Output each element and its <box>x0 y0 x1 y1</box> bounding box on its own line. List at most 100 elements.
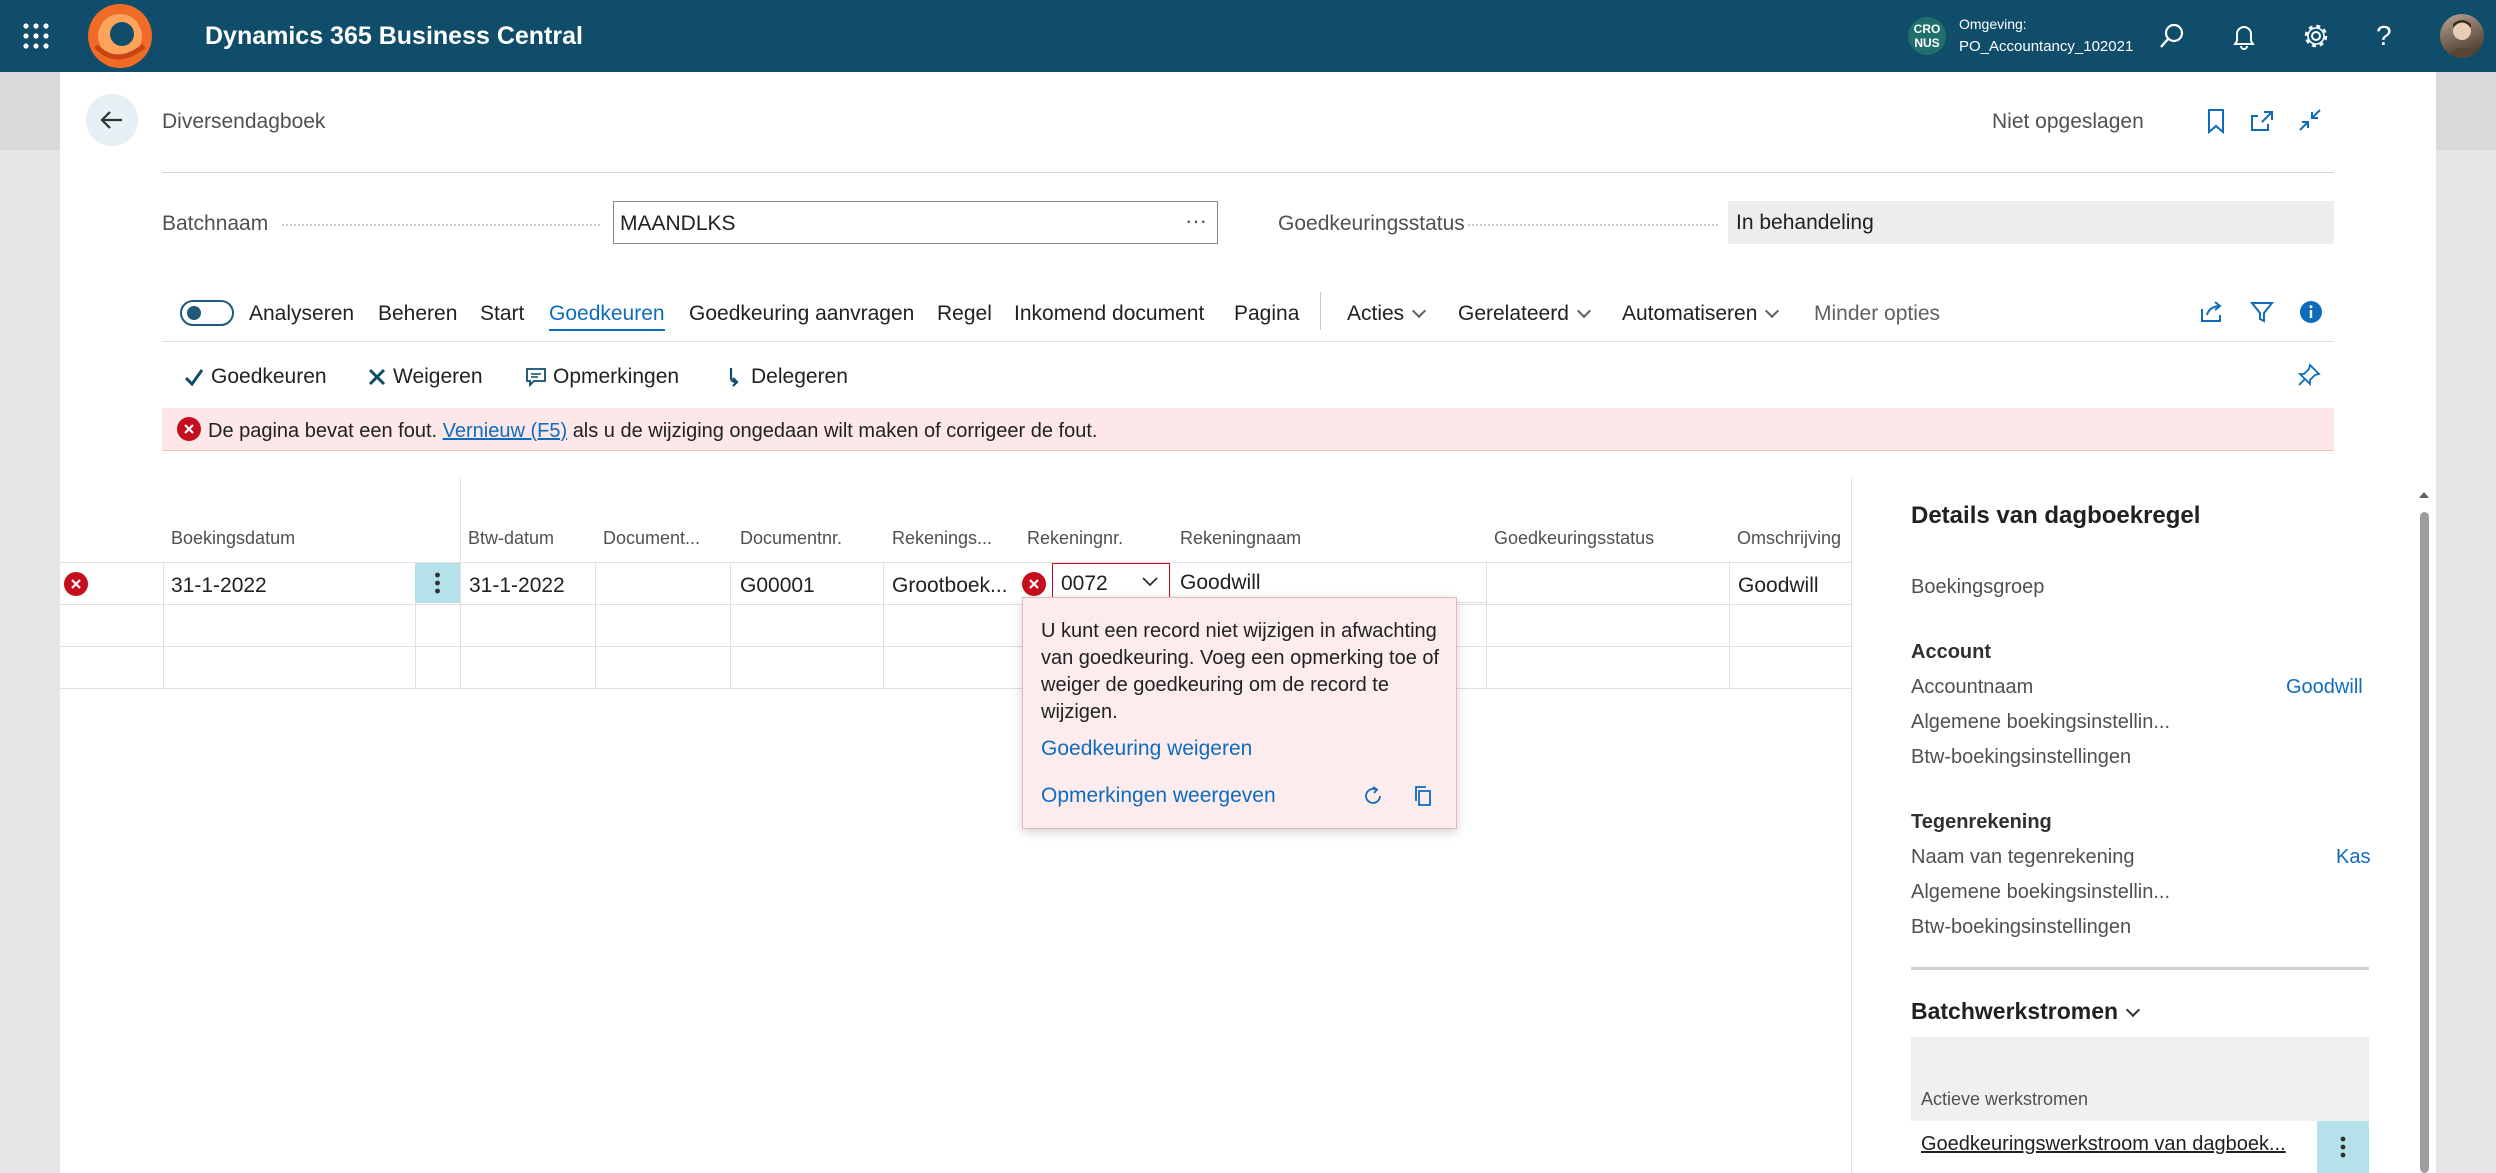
grid-divider <box>460 478 461 688</box>
info-icon[interactable] <box>2299 300 2323 324</box>
row-error-icon[interactable] <box>64 572 88 596</box>
copy-icon[interactable] <box>1411 784 1435 808</box>
column-header-goedkeuringsstatus[interactable]: Goedkeuringsstatus <box>1494 528 1654 549</box>
comments-button[interactable]: Opmerkingen <box>525 365 679 389</box>
user-avatar[interactable] <box>2440 14 2484 58</box>
search-icon[interactable] <box>2158 22 2186 50</box>
filter-icon[interactable] <box>2249 299 2275 325</box>
bookmark-icon[interactable] <box>2204 108 2228 134</box>
share-icon[interactable] <box>2199 299 2225 325</box>
settings-gear-icon[interactable] <box>2302 22 2330 50</box>
column-header-boekingsdatum[interactable]: Boekingsdatum <box>171 528 295 549</box>
field-error-icon[interactable] <box>1022 572 1046 596</box>
error-banner: De pagina bevat een fout. Vernieuw (F5) … <box>162 408 2334 451</box>
column-header-rekeningnaam[interactable]: Rekeningnaam <box>1180 528 1301 549</box>
grid-col-line <box>1729 562 1730 688</box>
grid-row-line <box>60 688 1852 689</box>
app-launcher-icon[interactable] <box>22 22 50 50</box>
workflow-row[interactable]: Goedkeuringswerkstroom van dagboek... <box>1911 1121 2369 1173</box>
column-header-omschrijving[interactable]: Omschrijving <box>1737 528 1841 549</box>
app-title: Dynamics 365 Business Central <box>205 22 583 50</box>
help-icon[interactable]: ? <box>2376 20 2392 52</box>
popup-message: U kunt een record niet wijzigen in afwac… <box>1041 620 1440 723</box>
batch-workflows-heading: Batchwerkstromen <box>1911 998 2119 1024</box>
fewer-options-button[interactable]: Minder opties <box>1814 302 1940 326</box>
menu-gerelateerd[interactable]: Gerelateerd <box>1458 302 1591 326</box>
account-section-heading: Account <box>1911 641 1991 663</box>
vat-posting-setup-label: Btw-boekingsinstellingen <box>1911 746 2132 768</box>
show-comments-link[interactable]: Opmerkingen weergeven <box>1041 784 1276 808</box>
menu-beheren[interactable]: Beheren <box>378 302 457 326</box>
cell-boekingsdatum[interactable]: 31-1-2022 <box>171 574 267 598</box>
scroll-up-arrow[interactable] <box>2418 490 2430 500</box>
menu-goedkeuren[interactable]: Goedkeuren <box>549 302 665 331</box>
checkmark-icon <box>183 367 205 387</box>
approval-status-label: Goedkeuringsstatus <box>1278 212 1465 235</box>
grid-row-line <box>60 604 1852 605</box>
gen-posting-setup-label: Algemene boekingsinstellin... <box>1911 711 2171 733</box>
grid-col-line <box>1486 562 1487 688</box>
account-number-value: 0072 <box>1061 572 1108 595</box>
balancing-account-name-label: Naam van tegenrekening <box>1911 846 2135 868</box>
reject-button[interactable]: Weigeren <box>367 365 483 389</box>
menu-goedkeuring-aanvragen[interactable]: Goedkeuring aanvragen <box>689 302 914 326</box>
menu-regel[interactable]: Regel <box>937 302 992 326</box>
delegate-button[interactable]: Delegeren <box>725 365 848 389</box>
collapse-icon[interactable] <box>2296 106 2324 134</box>
grid-col-line <box>1851 478 1852 1173</box>
delegate-arrow-icon <box>725 366 745 388</box>
reject-approval-link[interactable]: Goedkeuring weigeren <box>1041 737 1252 761</box>
menu-analyseren[interactable]: Analyseren <box>249 302 354 326</box>
save-status: Niet opgeslagen <box>1992 110 2144 133</box>
environment-value: PO_Accountancy_102021 <box>1959 38 2134 55</box>
column-header-rekeningnr[interactable]: Rekeningnr. <box>1027 528 1123 549</box>
cross-icon <box>367 367 387 387</box>
cell-documentnr[interactable]: G00001 <box>740 574 815 598</box>
cell-omschrijving[interactable]: Goodwill <box>1738 574 1819 598</box>
company-badge[interactable]: CRO NUS <box>1908 17 1946 55</box>
balancing-gen-posting-setup-label: Algemene boekingsinstellin... <box>1911 881 2171 903</box>
grid-row-line <box>60 646 1852 647</box>
scrollbar-thumb[interactable] <box>2420 512 2429 1173</box>
row-actions-button[interactable] <box>415 563 460 603</box>
page-title: Diversendagboek <box>162 110 326 133</box>
analyze-toggle[interactable] <box>180 300 234 326</box>
menu-acties[interactable]: Acties <box>1347 302 1427 326</box>
workflow-name-link[interactable]: Goedkeuringswerkstroom van dagboek... <box>1921 1133 2286 1156</box>
refresh-icon[interactable] <box>1361 784 1385 808</box>
validation-error-popup: U kunt een record niet wijzigen in afwac… <box>1022 597 1457 829</box>
chevron-down-icon[interactable] <box>1141 574 1159 588</box>
pin-icon[interactable] <box>2296 362 2322 388</box>
cell-btw-datum[interactable]: 31-1-2022 <box>469 574 565 598</box>
column-header-documentsoort[interactable]: Document... <box>603 528 700 549</box>
batch-name-field[interactable]: MAANDLKS ··· <box>613 201 1218 244</box>
approve-button[interactable]: Goedkeuren <box>183 365 327 389</box>
grid-col-line <box>730 562 731 688</box>
refresh-link[interactable]: Vernieuw (F5) <box>443 420 568 442</box>
grid-row-line <box>60 562 1852 563</box>
menu-start[interactable]: Start <box>480 302 524 326</box>
business-central-logo <box>86 2 154 70</box>
menu-automatiseren[interactable]: Automatiseren <box>1622 302 1780 326</box>
ellipsis-icon[interactable]: ··· <box>1185 208 1207 234</box>
cell-rekeningsoort[interactable]: Grootboek... <box>892 574 1008 598</box>
action-bar-divider <box>162 341 2334 342</box>
error-icon <box>177 417 201 441</box>
column-header-documentnr[interactable]: Documentnr. <box>740 528 842 549</box>
column-header-btw-datum[interactable]: Btw-datum <box>468 528 554 549</box>
column-header-rekeningsoort[interactable]: Rekenings... <box>892 528 992 549</box>
grid-col-line <box>163 562 164 688</box>
details-panel-title: Details van dagboekregel <box>1911 502 2201 529</box>
menu-inkomend-document[interactable]: Inkomend document <box>1014 302 1204 326</box>
workflow-actions-button[interactable] <box>2317 1121 2369 1173</box>
balancing-vat-posting-setup-label: Btw-boekingsinstellingen <box>1911 916 2132 938</box>
account-name-link[interactable]: Goodwill <box>2286 676 2363 699</box>
menu-pagina[interactable]: Pagina <box>1234 302 1299 326</box>
batch-workflows-toggle[interactable]: Batchwerkstromen <box>1911 998 2141 1025</box>
approval-status-field: In behandeling <box>1728 201 2334 244</box>
balancing-account-name-link[interactable]: Kas <box>2336 846 2370 869</box>
back-button[interactable] <box>86 94 138 146</box>
grid-col-line <box>883 562 884 688</box>
open-new-window-icon[interactable] <box>2248 108 2276 134</box>
notification-bell-icon[interactable] <box>2230 22 2258 50</box>
